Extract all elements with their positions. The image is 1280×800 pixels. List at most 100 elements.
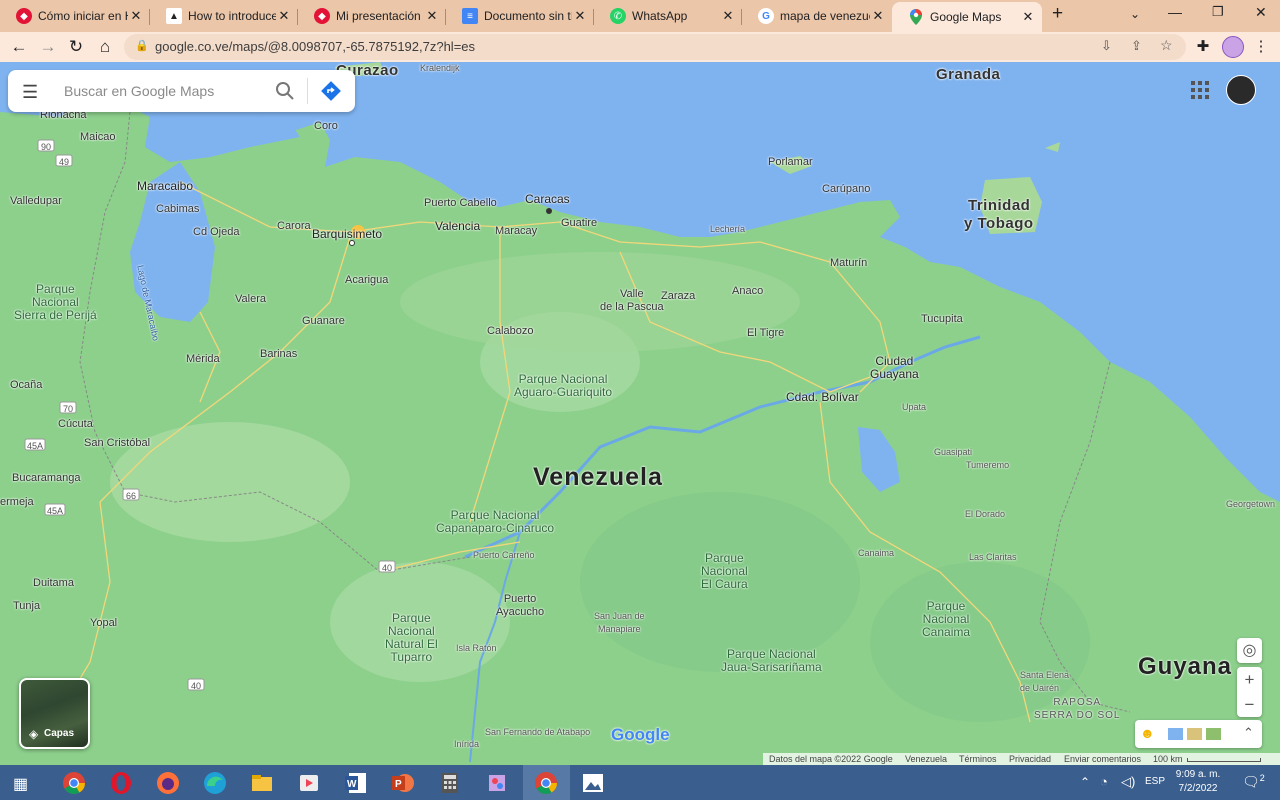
chrome-icon[interactable] xyxy=(533,770,559,796)
footer-region[interactable]: Venezuela xyxy=(905,754,947,764)
park-label-canaima[interactable]: Parque Nacional Canaima xyxy=(922,600,970,639)
traffic-thumb[interactable] xyxy=(1206,728,1221,740)
search-icon[interactable] xyxy=(274,80,296,102)
map-label-barinas[interactable]: Barinas xyxy=(260,348,297,361)
satellite-thumb[interactable] xyxy=(1187,728,1202,740)
notifications-icon[interactable]: 🗨2 xyxy=(1242,773,1265,791)
extensions-icon[interactable]: ✚ xyxy=(1192,36,1214,58)
footer-feedback-link[interactable]: Enviar comentarios xyxy=(1064,754,1141,764)
map-label-trinidad[interactable]: Trinidad xyxy=(968,198,1030,213)
map-label-guasipati[interactable]: Guasipati xyxy=(934,446,972,459)
word-icon[interactable]: W xyxy=(343,770,369,796)
close-tab-icon[interactable]: ✕ xyxy=(1020,9,1036,25)
forward-icon[interactable]: → xyxy=(37,36,59,58)
my-location-button[interactable]: ◎ xyxy=(1237,638,1262,663)
minimize-icon[interactable]: — xyxy=(1168,4,1182,20)
tab-google-search[interactable]: G mapa de venezuela ✕ xyxy=(742,2,892,30)
menu-kebab-icon[interactable]: ⋮ xyxy=(1250,36,1272,58)
tab-google-maps[interactable]: Google Maps ✕ xyxy=(892,2,1042,32)
map-label-cabimas[interactable]: Cabimas xyxy=(156,203,199,216)
map-label-maturin[interactable]: Maturín xyxy=(830,257,867,270)
map-label-tumeremo[interactable]: Tumeremo xyxy=(966,459,1009,472)
restore-icon[interactable]: ❐ xyxy=(1212,4,1224,20)
map-label-guyana[interactable]: Guyana xyxy=(1138,655,1232,679)
task-view-icon[interactable]: ▦ xyxy=(13,774,28,794)
volume-icon[interactable]: ◁) xyxy=(1121,774,1135,790)
map-label-maracay[interactable]: Maracay xyxy=(495,225,537,238)
footer-terms-link[interactable]: Términos xyxy=(959,754,997,764)
park-label-sierra-de-perija[interactable]: Parque Nacional Sierra de Perijá xyxy=(14,283,97,322)
map-label-carora[interactable]: Carora xyxy=(277,220,311,233)
show-hidden-icons-icon[interactable]: ⌃ xyxy=(1080,775,1090,789)
map-label-barquisimeto[interactable]: Barquisimeto xyxy=(312,228,382,241)
map-label-san-juan-de-manapiare[interactable]: San Juan de Manapiare xyxy=(594,610,645,636)
chevron-up-icon[interactable]: ⌃ xyxy=(1243,725,1254,741)
map-label-puerto-ayacucho[interactable]: Puerto Ayacucho xyxy=(496,593,544,619)
hamburger-menu-icon[interactable]: ☰ xyxy=(22,82,38,103)
map-label-zaraza[interactable]: Zaraza xyxy=(661,290,695,303)
google-apps-icon[interactable] xyxy=(1190,80,1210,100)
map-canvas[interactable]: Curazao Granada Kralendijk Riohacha Maic… xyxy=(0,62,1280,765)
tab-hive-2[interactable]: ◆ Mi presentación en ✕ xyxy=(298,2,446,30)
reload-icon[interactable]: ↻ xyxy=(65,36,87,58)
close-tab-icon[interactable]: ✕ xyxy=(424,8,440,24)
edge-icon[interactable] xyxy=(202,770,228,796)
map-label-maracaibo[interactable]: Maracaibo xyxy=(137,180,193,193)
map-label-puerto-carreno[interactable]: Puerto Carreño xyxy=(473,549,535,562)
map-label-valledupar[interactable]: Valledupar xyxy=(10,195,62,208)
park-label-el-caura[interactable]: Parque Nacional El Caura xyxy=(701,552,748,591)
share-icon[interactable]: ⇪ xyxy=(1131,38,1142,54)
map-label-ciudad-guayana[interactable]: Ciudad Guayana xyxy=(870,355,919,381)
map-label-el-tigre[interactable]: El Tigre xyxy=(747,327,784,340)
photos-icon[interactable] xyxy=(580,770,606,796)
search-box[interactable]: ☰ Buscar en Google Maps xyxy=(8,70,355,112)
map-label-anaco[interactable]: Anaco xyxy=(732,285,763,298)
map-label-guatire[interactable]: Guatire xyxy=(561,217,597,230)
powerpoint-icon[interactable]: P xyxy=(390,770,416,796)
map-label-tunja[interactable]: Tunja xyxy=(13,600,40,613)
park-label-el-tuparro[interactable]: Parque Nacional Natural El Tuparro xyxy=(385,612,438,664)
pegman-icon[interactable]: ☻ xyxy=(1140,725,1155,741)
map-label-canaima[interactable]: Canaima xyxy=(858,547,894,560)
media-player-icon[interactable] xyxy=(296,770,322,796)
map-label-acarigua[interactable]: Acarigua xyxy=(345,274,388,287)
account-avatar[interactable] xyxy=(1226,75,1256,105)
install-app-icon[interactable]: ⇩ xyxy=(1101,38,1112,54)
terrain-thumb[interactable] xyxy=(1168,728,1183,740)
bookmark-star-icon[interactable]: ☆ xyxy=(1160,37,1173,54)
park-label-jaua-sarisarinama[interactable]: Parque Nacional Jaua-Sarisariñama xyxy=(721,648,822,674)
map-label-san-cristobal[interactable]: San Cristóbal xyxy=(84,437,150,450)
park-label-aguaro-guariquito[interactable]: Parque Nacional Aguaro-Guariquito xyxy=(514,373,612,399)
close-tab-icon[interactable]: ✕ xyxy=(276,8,292,24)
address-bar[interactable]: 🔒 google.co.ve/maps/@8.0098707,-65.78751… xyxy=(124,34,1186,60)
map-label-georgetown[interactable]: Georgetown xyxy=(1226,498,1275,511)
map-label-guanare[interactable]: Guanare xyxy=(302,315,345,328)
map-label-lecheria[interactable]: Lechería xyxy=(710,223,745,236)
map-label-calabozo[interactable]: Calabozo xyxy=(487,325,533,338)
close-tab-icon[interactable]: ✕ xyxy=(720,8,736,24)
footer-scale[interactable]: 100 km xyxy=(1153,754,1183,764)
layers-button[interactable]: ◈ Capas xyxy=(19,678,90,749)
tab-whatsapp[interactable]: ✆ WhatsApp ✕ xyxy=(594,2,742,30)
map-label-ocana[interactable]: Ocaña xyxy=(10,379,42,392)
map-label-tobago[interactable]: y Tobago xyxy=(964,216,1034,231)
paint-app-icon[interactable] xyxy=(484,770,510,796)
map-label-barrancabermeja[interactable]: ermeja xyxy=(0,496,34,509)
tab-google-docs[interactable]: ≡ Documento sin títu ✕ xyxy=(446,2,594,30)
back-icon[interactable]: ← xyxy=(8,36,30,58)
close-tab-icon[interactable]: ✕ xyxy=(128,8,144,24)
map-label-kralendijk[interactable]: Kralendijk xyxy=(420,62,460,75)
map-label-las-claritas[interactable]: Las Claritas xyxy=(969,551,1017,564)
search-input[interactable]: Buscar en Google Maps xyxy=(64,83,214,99)
map-label-carupano[interactable]: Carúpano xyxy=(822,183,870,196)
map-label-santa-elena[interactable]: Santa Elena de Uairén xyxy=(1020,669,1069,695)
map-label-porlamar[interactable]: Porlamar xyxy=(768,156,813,169)
map-label-bucaramanga[interactable]: Bucaramanga xyxy=(12,472,81,485)
file-explorer-icon[interactable] xyxy=(249,770,275,796)
opera-icon[interactable] xyxy=(108,770,134,796)
close-window-icon[interactable]: ✕ xyxy=(1255,4,1267,21)
map-label-san-fernando-de-atabapo[interactable]: San Fernando de Atabapo xyxy=(485,726,590,739)
zoom-out-button[interactable]: − xyxy=(1237,692,1262,717)
close-tab-icon[interactable]: ✕ xyxy=(572,8,588,24)
map-label-valle-de-la-pascua[interactable]: Valle de la Pascua xyxy=(600,288,664,314)
